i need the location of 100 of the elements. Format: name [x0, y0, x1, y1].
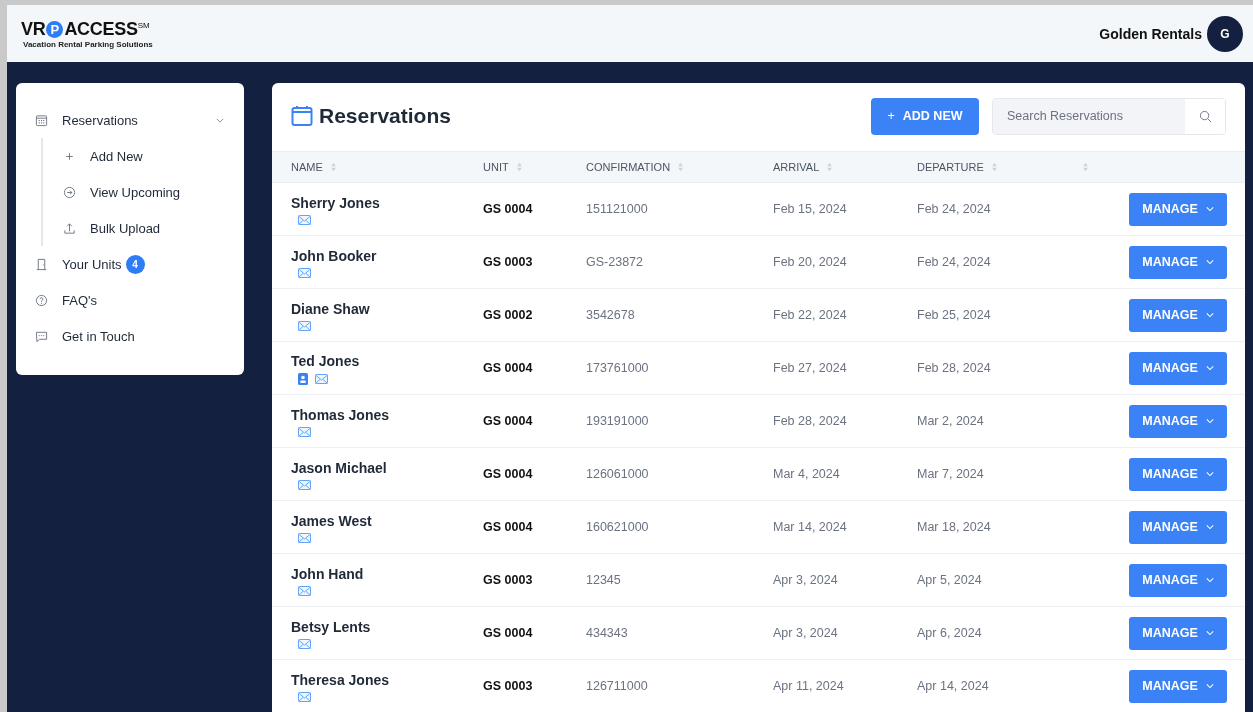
mail-icon[interactable]: [298, 268, 311, 278]
arrow-circle-icon: [63, 185, 76, 199]
table-cell-text: Mar 18, 2024: [917, 520, 992, 534]
page-title: Reservations: [319, 104, 451, 128]
table-cell-text: Apr 3, 2024: [773, 626, 839, 640]
table-cell-text: Apr 5, 2024: [917, 573, 983, 587]
mail-icon[interactable]: [298, 639, 311, 649]
table-cell-text: Apr 3, 2024: [773, 573, 839, 587]
guest-name: Jason Michael: [291, 460, 388, 476]
manage-button[interactable]: MANAGE: [1129, 298, 1227, 332]
sort-icon[interactable]: [677, 162, 685, 172]
sort-icon[interactable]: [1082, 162, 1089, 172]
guest-name: Diane Shaw: [291, 301, 371, 317]
mail-icon[interactable]: [298, 533, 311, 543]
table-cell-text: Mar 14, 2024: [773, 520, 848, 534]
table-cell-text: 12345: [586, 573, 622, 587]
upload-icon: [63, 221, 76, 235]
guest-name: Sherry Jones: [291, 195, 381, 211]
table-cell-text: 126711000: [586, 679, 649, 693]
mail-icon[interactable]: [298, 692, 311, 702]
table-cell-text: GS 0004: [483, 361, 534, 375]
table-cell-text: 126061000: [586, 467, 650, 481]
table-cell-text: Feb 22, 2024: [773, 308, 848, 322]
mail-icon[interactable]: [298, 480, 311, 490]
manage-button[interactable]: MANAGE: [1129, 669, 1227, 703]
table-cell-text: GS 0002: [483, 308, 534, 322]
manage-button[interactable]: MANAGE: [1129, 245, 1227, 279]
count-badge: 4: [125, 254, 145, 274]
logo-text: VR: [21, 18, 46, 40]
manage-button[interactable]: MANAGE: [1129, 404, 1227, 438]
table-cell-text: 193191000: [586, 414, 650, 428]
column-header[interactable]: NAME: [291, 161, 323, 173]
chevron-icon[interactable]: [216, 117, 224, 123]
mail-icon[interactable]: [298, 586, 311, 596]
sidebar-item[interactable]: Your Units 4: [16, 246, 244, 282]
logo-badge: P: [46, 20, 64, 38]
table-cell-text: 160621000: [586, 520, 650, 534]
help-icon: [35, 293, 48, 307]
table-cell-text: Feb 15, 2024: [773, 202, 848, 216]
mail-icon[interactable]: [315, 374, 328, 384]
manage-button[interactable]: MANAGE: [1129, 616, 1227, 650]
sidebar-item[interactable]: View Upcoming: [43, 174, 244, 210]
manage-button[interactable]: MANAGE: [1129, 563, 1227, 597]
table-cell-text: Mar 4, 2024: [773, 467, 841, 481]
guest-name: John Hand: [291, 566, 365, 582]
table-cell-text: GS 0003: [483, 255, 534, 269]
table-cell-text: Apr 11, 2024: [773, 679, 845, 693]
sidebar-item[interactable]: Add New: [43, 138, 244, 174]
calendar-icon: [291, 105, 313, 127]
sidebar-item[interactable]: Get in Touch: [16, 318, 244, 354]
sort-icon[interactable]: [990, 162, 998, 172]
table-cell-text: 173761000: [586, 361, 650, 375]
table-cell-text: Feb 27, 2024: [773, 361, 848, 375]
column-header[interactable]: UNIT: [483, 161, 509, 173]
table-cell-text: GS-23872: [586, 255, 644, 269]
table-cell-text: Feb 25, 2024: [917, 308, 992, 322]
sidebar-item[interactable]: Reservations: [16, 102, 244, 138]
manage-button[interactable]: MANAGE: [1129, 192, 1227, 226]
mail-icon[interactable]: [298, 427, 311, 437]
logo-tagline: Vacation Rental Parking Solutions: [23, 39, 153, 49]
table-cell-text: 434343: [586, 626, 629, 640]
column-header[interactable]: ARRIVAL: [773, 161, 820, 173]
manage-button[interactable]: MANAGE: [1129, 351, 1227, 385]
table-cell-text: Feb 24, 2024: [917, 202, 992, 216]
sort-icon[interactable]: [826, 162, 834, 172]
sidebar-item[interactable]: FAQ's: [16, 282, 244, 318]
chat-icon: [35, 329, 48, 343]
guest-name: John Booker: [291, 248, 378, 264]
sort-icon[interactable]: [515, 162, 523, 172]
door-icon: [35, 257, 48, 271]
table-cell-text: GS 0003: [483, 573, 534, 587]
table-cell-text: Feb 28, 2024: [773, 414, 848, 428]
table-cell-text: Apr 6, 2024: [917, 626, 983, 640]
mail-icon[interactable]: [298, 321, 311, 331]
table-cell-text: Feb 20, 2024: [773, 255, 848, 269]
table-cell-text: Mar 2, 2024: [917, 414, 985, 428]
table-cell-text: Feb 24, 2024: [917, 255, 992, 269]
sort-icon[interactable]: [329, 162, 337, 172]
guest-name: Ted Jones: [291, 353, 361, 369]
mail-icon[interactable]: [298, 215, 311, 225]
table-cell-text: GS 0004: [483, 202, 534, 216]
avatar[interactable]: G: [1207, 15, 1243, 52]
table-cell-text: GS 0004: [483, 414, 534, 428]
guest-name: Theresa Jones: [291, 672, 391, 688]
column-header[interactable]: CONFIRMATION: [586, 161, 671, 173]
table-cell-text: Feb 28, 2024: [917, 361, 992, 375]
sidebar-item[interactable]: Bulk Upload: [43, 210, 244, 246]
id-card-icon[interactable]: [298, 373, 308, 385]
manage-button[interactable]: MANAGE: [1129, 457, 1227, 491]
add-new-button[interactable]: + ADD NEW: [871, 97, 979, 135]
guest-name: Betsy Lents: [291, 619, 372, 635]
table-cell-text: GS 0004: [483, 626, 534, 640]
guest-name: James West: [291, 513, 373, 529]
table-cell-text: Apr 14, 2024: [917, 679, 990, 693]
guest-name: Thomas Jones: [291, 407, 391, 423]
table-cell-text: GS 0003: [483, 679, 534, 693]
service-mark: SM: [137, 20, 150, 30]
table-cell-text: GS 0004: [483, 467, 534, 481]
manage-button[interactable]: MANAGE: [1129, 510, 1227, 544]
column-header[interactable]: DEPARTURE: [917, 161, 984, 173]
